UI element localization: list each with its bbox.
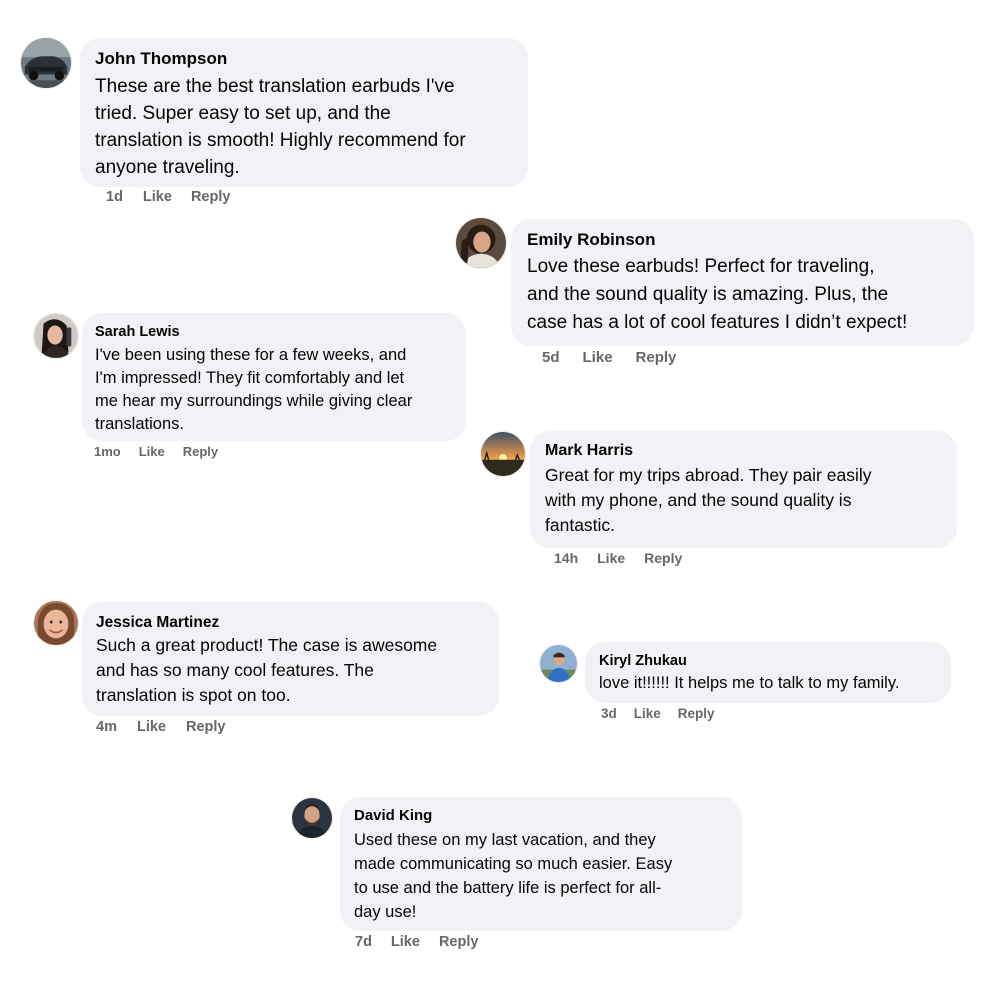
avatar[interactable] [291,797,333,839]
comment-text-line: translations. [95,415,184,433]
comment-text: Such a great product! The case is awesom… [96,633,485,708]
reply-button[interactable]: Reply [191,189,231,205]
comment-bubble: David King Used these on my last vacatio… [340,797,742,931]
comment-actions: 4m Like Reply [96,719,225,735]
comment-text-line: and has so many cool features. The [96,660,374,680]
comment-actions: 7d Like Reply [355,934,478,950]
comment-text-line: day use! [354,903,417,921]
car-photo-avatar-icon [21,38,71,88]
comment-author[interactable]: David King [354,807,728,825]
comment-text-line: Used these on my last vacation, and they [354,831,656,849]
comment-text-line: Love these earbuds! Perfect for travelin… [527,256,875,277]
comment-author[interactable]: Mark Harris [545,441,942,461]
comment-text-line: Great for my trips abroad. They pair eas… [545,465,872,485]
comment-text: Great for my trips abroad. They pair eas… [545,463,942,538]
comment-bubble: Sarah Lewis I've been using these for a … [82,313,466,441]
like-button[interactable]: Like [391,934,420,950]
man-photo-avatar-icon [540,645,577,682]
comment-author[interactable]: Sarah Lewis [95,323,453,341]
avatar[interactable] [539,644,578,683]
reply-button[interactable]: Reply [678,706,715,721]
comment-text-line: to use and the battery life is perfect f… [354,879,662,897]
comment-text-line: me hear my surroundings while giving cle… [95,392,413,410]
woman-photo-avatar-icon [34,601,78,645]
comment-text-line: made communicating so much easier. Easy [354,855,673,873]
avatar[interactable] [33,600,79,646]
comment-author[interactable]: Kiryl Zhukau [599,652,937,670]
comment-text-line: I've been using these for a few weeks, a… [95,346,407,364]
comment-text: love it!!!!!! It helps me to talk to my … [599,672,937,694]
comment-text-line: I'm impressed! They fit comfortably and … [95,369,405,387]
man-photo-avatar-icon [292,798,332,838]
comment-author[interactable]: Emily Robinson [527,230,958,250]
avatar[interactable] [480,431,526,477]
comment-text: Used these on my last vacation, and they… [354,828,728,924]
comment-timestamp[interactable]: 14h [554,550,578,566]
reply-button[interactable]: Reply [439,934,479,950]
avatar[interactable] [20,37,72,89]
comment-author[interactable]: Jessica Martinez [96,613,485,632]
comments-collage: John Thompson These are the best transla… [0,0,1000,1000]
reply-button[interactable]: Reply [636,349,677,366]
comment-actions: 14h Like Reply [554,550,682,566]
comment-author[interactable]: John Thompson [95,49,513,69]
comment-bubble: Emily Robinson Love these earbuds! Perfe… [511,219,974,346]
reply-button[interactable]: Reply [183,444,218,459]
comment-bubble: John Thompson These are the best transla… [80,38,528,187]
like-button[interactable]: Like [583,349,613,366]
comment-timestamp[interactable]: 7d [355,934,372,950]
comment-timestamp[interactable]: 5d [542,349,560,366]
comment-text-line: and the sound quality is amazing. Plus, … [527,284,889,305]
comment-text-line: with my phone, and the sound quality is [545,490,852,510]
comment-text-line: Such a great product! The case is awesom… [96,635,438,655]
avatar[interactable] [33,313,79,359]
comment-timestamp[interactable]: 1d [106,189,123,205]
like-button[interactable]: Like [139,444,165,459]
avatar[interactable] [455,217,507,269]
comment-actions: 3d Like Reply [601,706,715,721]
comment-actions: 5d Like Reply [542,349,676,366]
comment-text: Love these earbuds! Perfect for travelin… [527,253,958,337]
like-button[interactable]: Like [143,189,172,205]
like-button[interactable]: Like [137,719,166,735]
comment-text-line: fantastic. [545,515,616,535]
comment-bubble: Kiryl Zhukau love it!!!!!! It helps me t… [585,642,951,703]
comment-actions: 1d Like Reply [106,189,230,205]
woman-photo-avatar-icon [34,314,78,358]
comment-text-line: These are the best translation earbuds I… [95,76,455,97]
like-button[interactable]: Like [597,550,625,566]
comment-text-line: translation is smooth! Highly recommend … [95,130,466,151]
comment-timestamp[interactable]: 4m [96,719,117,735]
comment-timestamp[interactable]: 1mo [94,444,121,459]
comment-text-line: case has a lot of cool features I didn’t… [527,312,908,333]
comment-text-line: translation is spot on too. [96,685,291,705]
comment-timestamp[interactable]: 3d [601,706,617,721]
reply-button[interactable]: Reply [644,550,682,566]
comment-actions: 1mo Like Reply [94,444,218,459]
comment-bubble: Jessica Martinez Such a great product! T… [82,602,499,716]
comment-text: These are the best translation earbuds I… [95,73,513,181]
comment-text-line: anyone traveling. [95,157,240,178]
comment-text-line: tried. Super easy to set up, and the [95,103,391,124]
comment-text: I've been using these for a few weeks, a… [95,344,453,436]
comment-text-line: love it!!!!!! It helps me to talk to my … [599,674,900,692]
woman-photo-avatar-icon [456,218,506,268]
like-button[interactable]: Like [634,706,661,721]
comment-bubble: Mark Harris Great for my trips abroad. T… [530,431,957,548]
reply-button[interactable]: Reply [186,719,226,735]
sunset-photo-avatar-icon [481,432,525,476]
